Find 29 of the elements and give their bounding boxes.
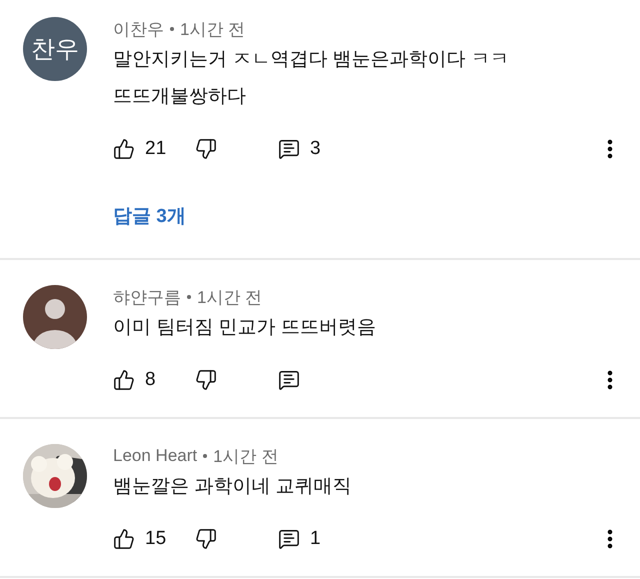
comment-text: 이미 팀터짐 민교가 뜨뜨버렷음: [113, 316, 377, 340]
timestamp: 1시간 전: [197, 286, 262, 308]
author-name[interactable]: 이찬우: [113, 18, 164, 40]
comment-icon: [278, 369, 300, 391]
reply-button[interactable]: 3: [278, 138, 338, 160]
dot-icon: [203, 454, 208, 458]
thumbs-up-icon: [113, 369, 135, 391]
dot-icon: [170, 27, 174, 31]
author-name[interactable]: 햐얀구름: [113, 286, 181, 308]
thumbs-down-icon: [195, 369, 217, 391]
reply-button[interactable]: 1: [278, 528, 338, 550]
author-name[interactable]: Leon Heart: [113, 446, 198, 466]
comment-icon: [278, 528, 300, 550]
thumbs-up-icon: [113, 138, 135, 160]
avatar-initials: 찬우: [31, 35, 79, 65]
like-button[interactable]: 8: [113, 369, 195, 391]
replies-link[interactable]: 답글 3개: [113, 203, 186, 227]
comment-text: 말안지키는거 ㅈㄴ역겹다 뱀눈은과학이다 ㅋㅋ 뜨뜨개불쌍하다: [113, 48, 510, 109]
thumbs-up-icon: [113, 528, 135, 550]
thumbs-down-icon: [195, 528, 217, 550]
thumbs-down-icon: [195, 138, 217, 160]
timestamp: 1시간 전: [213, 446, 278, 468]
like-button[interactable]: 15: [113, 528, 195, 550]
comment-text: 뱀눈깔은 과학이네 교퀴매직: [113, 475, 353, 499]
avatar[interactable]: 찬우: [23, 17, 87, 81]
timestamp: 1시간 전: [180, 18, 246, 40]
dot-icon: [187, 295, 191, 299]
comment-icon: [278, 138, 300, 160]
like-button[interactable]: 21: [113, 138, 195, 160]
